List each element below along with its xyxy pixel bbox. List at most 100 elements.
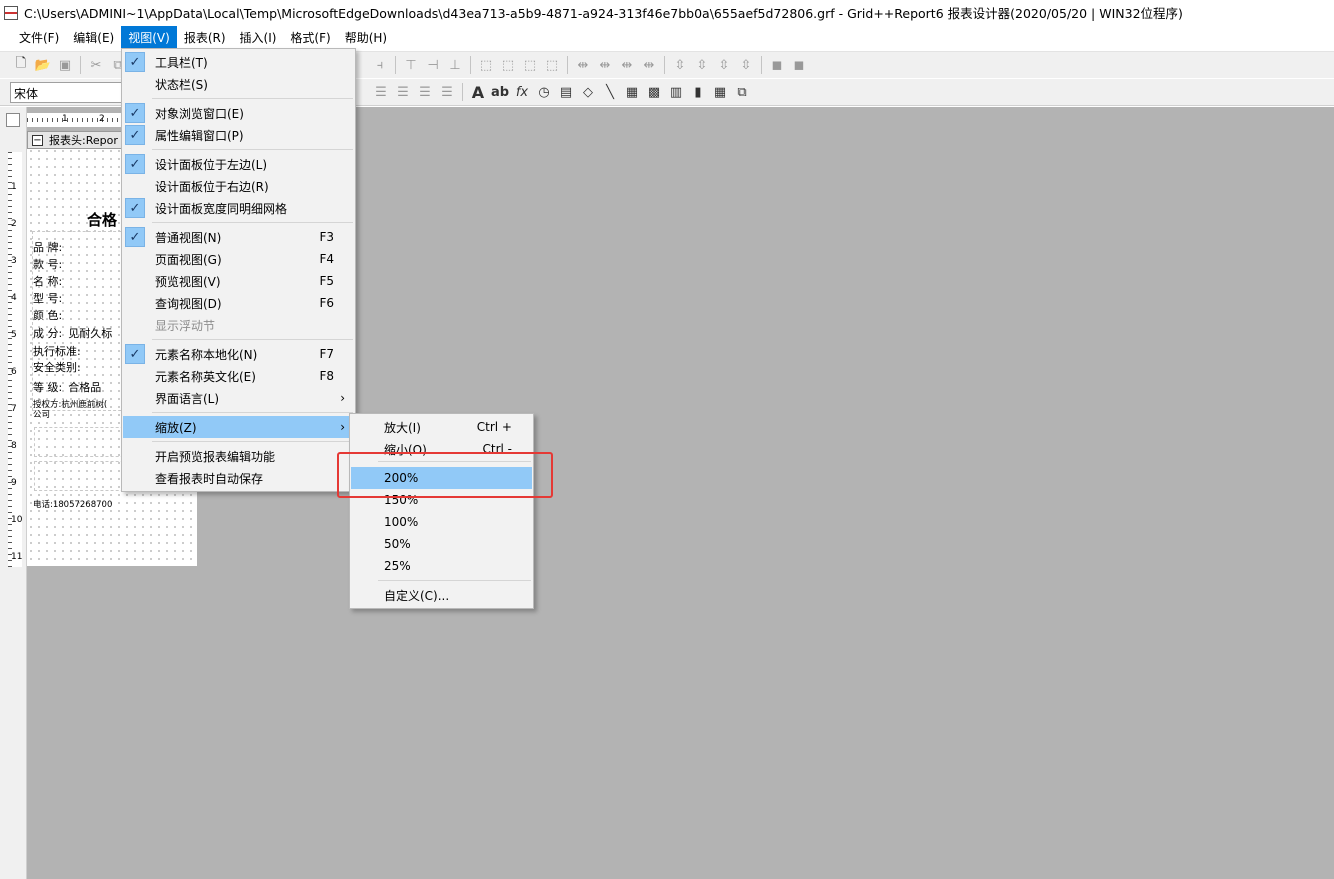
field-model[interactable]: 型 号: [33, 290, 62, 306]
h-decrease-icon[interactable]: ⇹ [617, 55, 637, 75]
menu-item-english-names[interactable]: 元素名称英文化(E) F8 [123, 365, 354, 387]
v-increase-icon[interactable]: ⇳ [692, 55, 712, 75]
same-height-icon[interactable]: ⬚ [498, 55, 518, 75]
static-text-icon[interactable]: A [468, 82, 488, 102]
element-box[interactable] [34, 461, 134, 491]
menu-item-auto-save[interactable]: 查看报表时自动保存 [123, 467, 354, 489]
menu-item-label: 元素名称英文化(E) [155, 369, 256, 384]
menu-item-label: 25% [384, 559, 411, 573]
send-back-icon[interactable]: ◼ [789, 55, 809, 75]
field-label: 款 号: [33, 258, 63, 271]
new-file-icon[interactable]: 🗋 [11, 55, 31, 75]
menu-item-ui-language[interactable]: 界面语言(L) › [123, 387, 354, 409]
element-box[interactable] [34, 427, 134, 457]
auth-line[interactable]: 授权方:杭州鹿前树( [33, 400, 107, 410]
ruler-number: 2 [11, 219, 17, 229]
cut-icon[interactable]: ✂ [86, 55, 106, 75]
align-middle-icon[interactable]: ⊣ [423, 55, 443, 75]
menu-item-toolbar[interactable]: ✓ 工具栏(T) [123, 51, 354, 73]
barcode-icon[interactable]: ▥ [666, 82, 686, 102]
field-grade[interactable]: 等 级: 合格品 [33, 379, 101, 395]
shape-icon[interactable]: ◇ [578, 82, 598, 102]
horizontal-ruler: 1 2 [27, 113, 127, 127]
subreport-icon[interactable]: ⧉ [732, 82, 752, 102]
menu-separator [152, 222, 353, 223]
toolbar-separator [462, 83, 463, 101]
line-icon[interactable]: ╲ [600, 82, 620, 102]
field-name[interactable]: 名 称: [33, 273, 62, 289]
menu-item-statusbar[interactable]: 状态栏(S) [123, 73, 354, 95]
field-label: 名 称: [33, 275, 63, 288]
menu-item-label: 对象浏览窗口(E) [155, 106, 244, 121]
menu-item-zoom[interactable]: 缩放(Z) › [123, 416, 354, 438]
menu-item-localize-names[interactable]: ✓ 元素名称本地化(N) F7 [123, 343, 354, 365]
menu-item-preview-edit[interactable]: 开启预览报表编辑功能 [123, 445, 354, 467]
menu-item-query-view[interactable]: 查询视图(D) F6 [123, 292, 354, 314]
font-name-combo[interactable]: 宋体 [10, 81, 125, 103]
field-color[interactable]: 颜 色: [33, 307, 62, 323]
auth-line[interactable]: 公司 [33, 410, 50, 420]
system-var-icon[interactable]: ◷ [534, 82, 554, 102]
field-label: 成 分: [33, 327, 63, 340]
picture-icon[interactable]: ▩ [644, 82, 664, 102]
menu-item-zoom-custom[interactable]: 自定义(C)... [351, 584, 532, 606]
v-spacing-icon[interactable]: ⇳ [670, 55, 690, 75]
menu-file[interactable]: 文件(F) [12, 26, 66, 49]
menu-edit[interactable]: 编辑(E) [66, 26, 121, 49]
save-icon[interactable]: ▣ [55, 55, 75, 75]
free-grid-icon[interactable]: ▦ [710, 82, 730, 102]
formula-icon[interactable]: fx [512, 82, 532, 102]
ruler-number: 1 [62, 114, 68, 124]
menu-item-zoom-25[interactable]: 25% [351, 555, 532, 577]
menu-item-preview-view[interactable]: 预览视图(V) F5 [123, 270, 354, 292]
menu-item-zoom-in[interactable]: 放大(I) Ctrl + [351, 416, 532, 438]
field-label: 安全类别: [33, 361, 81, 374]
menu-item-page-view[interactable]: 页面视图(G) F4 [123, 248, 354, 270]
menu-help[interactable]: 帮助(H) [338, 26, 394, 49]
chart-icon[interactable]: ▮ [688, 82, 708, 102]
field-standard[interactable]: 执行标准: [33, 343, 81, 359]
bring-front-icon[interactable]: ◼ [767, 55, 787, 75]
h-spacing-icon[interactable]: ⇹ [573, 55, 593, 75]
menu-item-panel-left[interactable]: ✓ 设计面板位于左边(L) [123, 153, 354, 175]
align-bottom-icon[interactable]: ⊥ [445, 55, 465, 75]
menu-report[interactable]: 报表(R) [177, 26, 233, 49]
same-size-icon[interactable]: ⬚ [520, 55, 540, 75]
memo-box-icon[interactable]: ▤ [556, 82, 576, 102]
menu-item-label: 显示浮动节 [155, 318, 216, 333]
field-box-icon[interactable]: ab [490, 82, 510, 102]
text-align-center-icon[interactable]: ☰ [393, 82, 413, 102]
field-brand[interactable]: 品 牌: [33, 239, 62, 255]
menu-item-zoom-100[interactable]: 100% [351, 511, 532, 533]
menu-item-panel-right[interactable]: 设计面板位于右边(R) [123, 175, 354, 197]
align-right-icon[interactable]: ⫞ [370, 55, 390, 75]
h-remove-icon[interactable]: ⇹ [639, 55, 659, 75]
menu-view[interactable]: 视图(V) [121, 25, 177, 49]
field-composition[interactable]: 成 分: 见耐久标 [33, 325, 112, 341]
report-title[interactable]: 合格 [87, 209, 117, 230]
menu-item-normal-view[interactable]: ✓ 普通视图(N) F3 [123, 226, 354, 248]
menu-item-label: 状态栏(S) [155, 77, 208, 92]
field-safety[interactable]: 安全类别: [33, 359, 81, 375]
text-align-justify-icon[interactable]: ☰ [437, 82, 457, 102]
text-align-left-icon[interactable]: ☰ [371, 82, 391, 102]
h-increase-icon[interactable]: ⇹ [595, 55, 615, 75]
v-decrease-icon[interactable]: ⇳ [714, 55, 734, 75]
text-align-right-icon[interactable]: ☰ [415, 82, 435, 102]
menu-insert[interactable]: 插入(I) [233, 26, 284, 49]
menu-item-panel-width[interactable]: ✓ 设计面板宽度同明细网格 [123, 197, 354, 219]
collapse-icon[interactable]: − [32, 134, 43, 146]
open-folder-icon[interactable]: 📂 [33, 55, 53, 75]
menu-format[interactable]: 格式(F) [283, 26, 337, 49]
phone-text[interactable]: 电话:18057268700 [33, 500, 112, 510]
grid-size-icon[interactable]: ⬚ [542, 55, 562, 75]
menu-item-property-editor[interactable]: ✓ 属性编辑窗口(P) [123, 124, 354, 146]
toolbar-separator [761, 56, 762, 74]
v-remove-icon[interactable]: ⇳ [736, 55, 756, 75]
richtext-icon[interactable]: ▦ [622, 82, 642, 102]
same-width-icon[interactable]: ⬚ [476, 55, 496, 75]
menu-item-object-browser[interactable]: ✓ 对象浏览窗口(E) [123, 102, 354, 124]
menu-item-zoom-50[interactable]: 50% [351, 533, 532, 555]
field-style-no[interactable]: 款 号: [33, 256, 62, 272]
align-top-icon[interactable]: ⊤ [401, 55, 421, 75]
